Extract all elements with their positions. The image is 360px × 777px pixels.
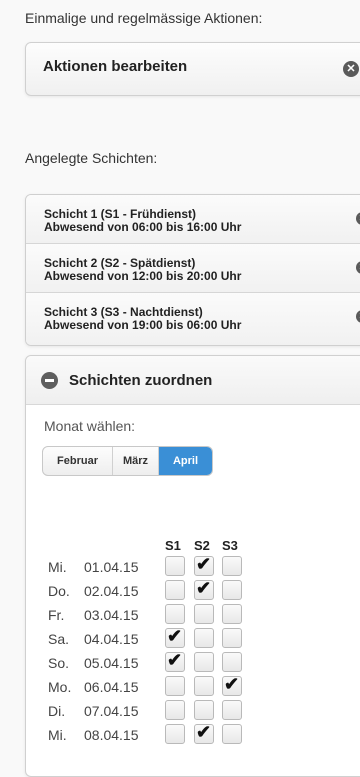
shift-checkbox-s1[interactable] <box>165 676 185 696</box>
column-header-s3: S3 <box>222 538 238 553</box>
row-date: 03.04.15 <box>84 607 139 623</box>
shift-time: Abwesend von 12:00 bis 20:00 Uhr <box>44 269 242 283</box>
shift-checkbox-s2[interactable]: ✔ <box>194 722 214 744</box>
shift-checkbox-s1[interactable] <box>165 724 185 744</box>
month-select-label: Monat wählen: <box>44 418 136 434</box>
row-day: Mo. <box>48 679 72 695</box>
shift-checkbox-s3[interactable] <box>222 604 242 624</box>
shift-title: Schicht 1 (S1 - Frühdienst) <box>44 207 197 221</box>
shift-title: Schicht 3 (S3 - Nachtdienst) <box>44 305 203 319</box>
checkmark-icon: ✔ <box>196 578 212 598</box>
close-circle-icon[interactable]: ✕ <box>343 61 359 77</box>
shift-checkbox-s3[interactable] <box>222 700 242 720</box>
shift-item-1[interactable]: Schicht 1 (S1 - Frühdienst) Abwesend von… <box>26 195 360 244</box>
checkmark-icon: ✔ <box>224 674 240 694</box>
row-day: So. <box>48 655 70 671</box>
column-header-s2: S2 <box>194 538 210 553</box>
shift-checkbox-s1[interactable] <box>165 700 185 720</box>
shift-checkbox-s2[interactable] <box>194 604 214 624</box>
shift-item-3[interactable]: Schicht 3 (S3 - Nachtdienst) Abwesend vo… <box>26 293 360 345</box>
remove-shift-icon[interactable]: ✕ <box>356 261 360 274</box>
shift-checkbox-s1[interactable] <box>165 580 185 600</box>
remove-shift-icon[interactable]: ✕ <box>356 212 360 225</box>
month-button-april[interactable]: April <box>159 447 212 475</box>
shift-checkbox-s2[interactable] <box>194 700 214 720</box>
edit-actions-button[interactable]: Aktionen bearbeiten ✕ <box>25 42 360 96</box>
shift-time: Abwesend von 19:00 bis 06:00 Uhr <box>44 318 242 332</box>
row-date: 06.04.15 <box>84 679 139 695</box>
shift-checkbox-s2[interactable] <box>194 628 214 648</box>
row-day: Mi. <box>48 559 67 575</box>
shift-checkbox-s2[interactable] <box>194 676 214 696</box>
actions-section-label: Einmalige und regelmässige Aktionen: <box>25 10 263 26</box>
shift-checkbox-s1[interactable]: ✔ <box>165 650 185 672</box>
edit-actions-label: Aktionen bearbeiten <box>43 58 188 75</box>
row-date: 08.04.15 <box>84 727 139 743</box>
shift-checkbox-s3[interactable] <box>222 652 242 672</box>
row-date: 05.04.15 <box>84 655 139 671</box>
month-button-maerz[interactable]: März <box>113 447 159 475</box>
shift-checkbox-s3[interactable]: ✔ <box>222 674 242 696</box>
shift-checkbox-s2[interactable] <box>194 652 214 672</box>
shift-time: Abwesend von 06:00 bis 16:00 Uhr <box>44 220 242 234</box>
row-date: 04.04.15 <box>84 631 139 647</box>
row-day: Do. <box>48 583 70 599</box>
checkmark-icon: ✔ <box>196 554 212 574</box>
minus-circle-icon[interactable] <box>41 372 58 389</box>
row-date: 01.04.15 <box>84 559 139 575</box>
shift-checkbox-s1[interactable]: ✔ <box>165 626 185 648</box>
row-day: Di. <box>48 703 66 719</box>
row-date: 02.04.15 <box>84 583 139 599</box>
row-day: Mi. <box>48 727 67 743</box>
shift-item-2[interactable]: Schicht 2 (S2 - Spätdienst) Abwesend von… <box>26 244 360 293</box>
remove-shift-icon[interactable]: ✕ <box>356 310 360 323</box>
month-button-februar[interactable]: Februar <box>43 447 113 475</box>
shift-checkbox-s2[interactable]: ✔ <box>194 578 214 600</box>
assign-shifts-header[interactable]: Schichten zuordnen <box>26 356 360 405</box>
column-header-s1: S1 <box>165 538 181 553</box>
row-date: 07.04.15 <box>84 703 139 719</box>
assign-shifts-title: Schichten zuordnen <box>69 372 213 389</box>
month-selector: Februar März April <box>42 446 213 476</box>
shift-checkbox-s1[interactable] <box>165 556 185 576</box>
checkmark-icon: ✔ <box>167 650 183 670</box>
shift-title: Schicht 2 (S2 - Spätdienst) <box>44 256 196 270</box>
shift-checkbox-s2[interactable]: ✔ <box>194 554 214 576</box>
checkmark-icon: ✔ <box>167 626 183 646</box>
shift-checkbox-s3[interactable] <box>222 580 242 600</box>
shift-checkbox-s3[interactable] <box>222 556 242 576</box>
shift-checkbox-s1[interactable] <box>165 604 185 624</box>
shift-checkbox-s3[interactable] <box>222 628 242 648</box>
checkmark-icon: ✔ <box>196 722 212 742</box>
shift-checkbox-s3[interactable] <box>222 724 242 744</box>
shifts-section-label: Angelegte Schichten: <box>25 150 158 166</box>
row-day: Fr. <box>48 607 65 623</box>
row-day: Sa. <box>48 631 70 647</box>
shift-list: Schicht 1 (S1 - Frühdienst) Abwesend von… <box>25 194 360 346</box>
